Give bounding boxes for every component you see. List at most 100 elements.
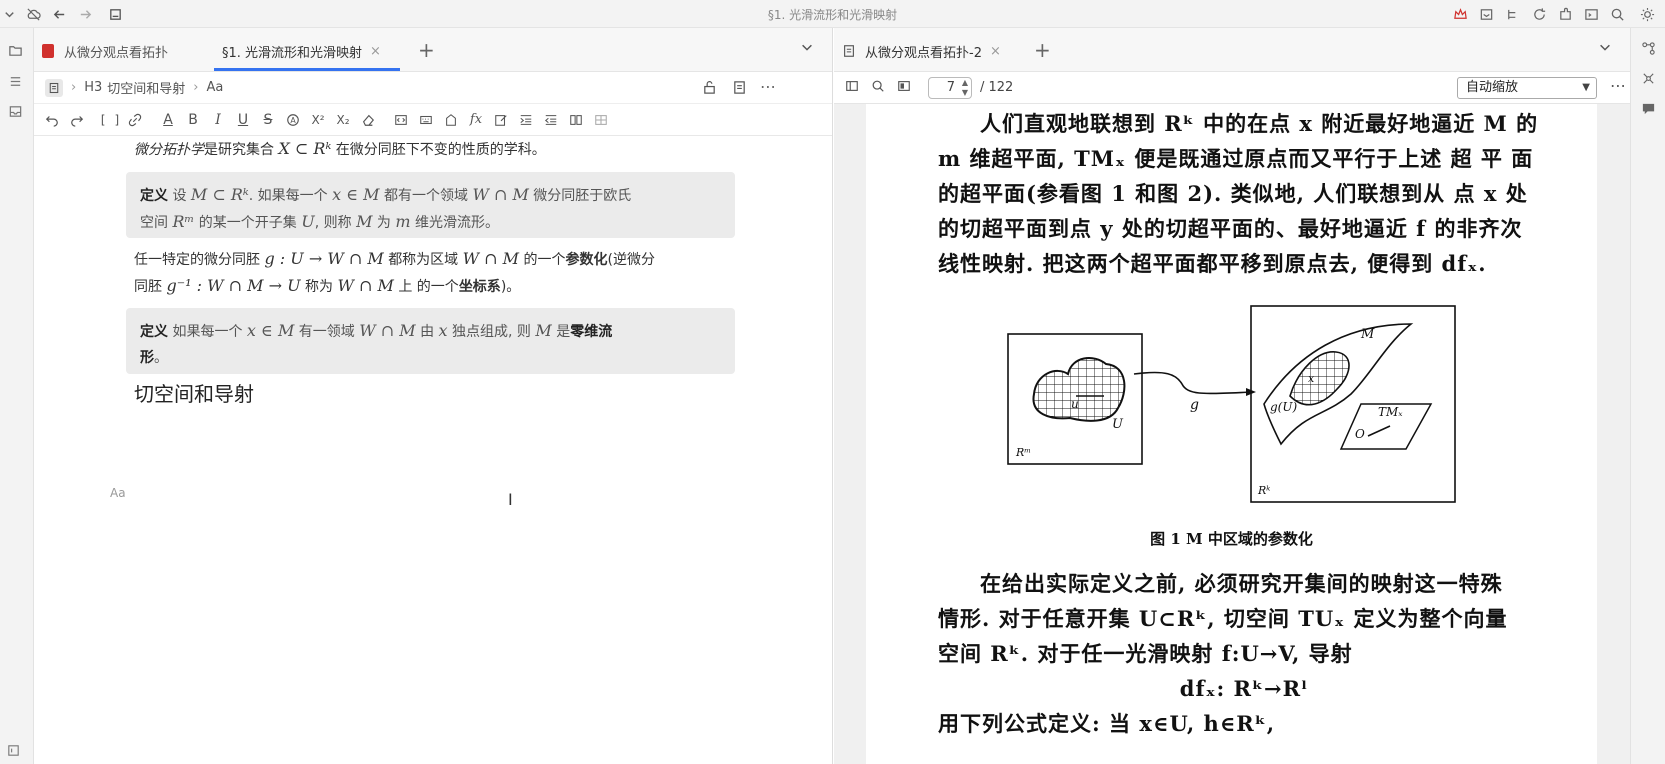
new-tab-button[interactable]: + — [418, 38, 435, 62]
chevron-down-icon[interactable] — [800, 40, 814, 58]
tangent-vector — [1367, 425, 1391, 437]
inline-code-icon[interactable] — [389, 108, 413, 132]
outline-tree-icon[interactable] — [1503, 5, 1521, 23]
font-color-icon[interactable]: A — [156, 108, 180, 132]
breadcrumb-separator: › — [193, 80, 199, 95]
sync-icon[interactable] — [1530, 5, 1548, 23]
arrow-label-g: g — [1190, 397, 1199, 413]
pdf-tab-bar: 从微分观点看拓扑-2 × + — [834, 28, 1630, 72]
right-label-M: M — [1360, 327, 1375, 342]
definition-callout-2: 定义 如果每一个 x ∈ M 有一领域 W ∩ M 由 x 独点组成, 则 M … — [126, 308, 735, 374]
link-icon[interactable] — [123, 108, 147, 132]
pdf-paragraph-2: 在给出实际定义之前, 必须研究开集间的映射这一特殊 情形. 对于任意开集 U⊂R… — [938, 571, 1508, 736]
editor-content[interactable]: 微分拓扑学是研究集合 X ⊂ Rᵏ 在微分同胚下不变的性质的学科。 定义 设 M… — [34, 136, 832, 764]
chevron-down-icon[interactable] — [1598, 40, 1612, 58]
clear-format-icon[interactable] — [356, 108, 380, 132]
page-layout-icon[interactable] — [897, 79, 911, 97]
zoom-select[interactable]: 自动缩放 ▼ — [1457, 77, 1597, 99]
unlock-icon[interactable] — [702, 80, 717, 99]
read-mode-icon[interactable] — [732, 80, 747, 99]
undo-icon[interactable] — [40, 108, 64, 132]
more-icon[interactable]: ⋯ — [760, 77, 776, 96]
editor-tab-bar: 从微分观点看拓扑 §1. 光滑流形和光滑映射 × + — [34, 28, 832, 72]
left-label-u: u — [1071, 397, 1079, 411]
strikethrough-button[interactable]: S — [256, 108, 280, 132]
bold-button[interactable]: B — [181, 108, 205, 132]
outline-icon[interactable] — [5, 71, 25, 91]
block-ref-button[interactable]: [ ] — [98, 108, 122, 132]
pdf-toolbar: 7 ▲ ▼ / 122 自动缩放 ▼ ⋯ — [834, 72, 1630, 104]
close-tab-icon[interactable]: × — [370, 44, 381, 59]
outdent-icon[interactable] — [539, 108, 563, 132]
mark-icon[interactable]: A — [281, 108, 305, 132]
section-heading[interactable]: 切空间和导射 — [134, 378, 254, 407]
breadcrumb-leaf[interactable]: Aa — [206, 80, 223, 95]
left-label-U: U — [1112, 417, 1124, 432]
editor-pane: 从微分观点看拓扑 §1. 光滑流形和光滑映射 × + › H3 切空间和导射 ›… — [34, 28, 833, 764]
pdf-page: 人们直观地联想到 Rᵏ 中的在点 x 附近最好地逼近 M 的 m 维超平面, T… — [866, 104, 1597, 764]
intro-paragraph: 微分拓扑学是研究集合 X ⊂ Rᵏ 在微分同胚下不变的性质的学科。 — [134, 139, 546, 158]
relation-graph-icon[interactable] — [1638, 68, 1658, 88]
inbox-tray-icon[interactable] — [5, 101, 25, 121]
tab-smooth-manifold[interactable]: §1. 光滑流形和光滑映射 × — [222, 36, 381, 66]
terminal-icon[interactable] — [1582, 5, 1600, 23]
sun-theme-icon[interactable] — [1638, 5, 1656, 23]
block-type-hint[interactable]: Aa — [110, 486, 126, 500]
underline-button[interactable]: U — [231, 108, 255, 132]
sidebar-toggle-icon[interactable] — [845, 79, 859, 97]
formula-button[interactable]: fx — [464, 108, 488, 132]
figure-parameterization: u U Rᵐ g M x g(U) TMₓ O Rᵏ — [1007, 305, 1456, 503]
more-icon[interactable]: ⋯ — [1610, 76, 1626, 95]
svg-text:A: A — [290, 116, 296, 125]
table-icon[interactable] — [589, 108, 613, 132]
inbox-icon[interactable] — [1477, 5, 1495, 23]
left-dock — [0, 28, 34, 764]
title-bar: §1. 光滑流形和光滑映射 — [0, 0, 1665, 28]
plugin-icon[interactable] — [1556, 5, 1574, 23]
window-title: §1. 光滑流形和光滑映射 — [767, 8, 898, 22]
breadcrumb-heading-tag: H3 — [84, 80, 103, 95]
superscript-button[interactable]: X² — [306, 108, 330, 132]
comment-icon[interactable] — [1638, 98, 1658, 118]
indent-icon[interactable] — [514, 108, 538, 132]
page-number-input[interactable]: 7 ▲ ▼ — [928, 76, 972, 99]
close-tab-icon[interactable]: × — [990, 44, 1001, 59]
book-icon — [42, 44, 54, 58]
page-total: / 122 — [980, 80, 1014, 95]
format-toolbar: [ ] A B I U S A X² X₂ fx — [34, 104, 832, 136]
right-space-label: Rᵏ — [1257, 484, 1270, 497]
figure-caption: 图 1 M 中区域的参数化 — [1150, 530, 1313, 548]
redo-icon[interactable] — [65, 108, 89, 132]
pdf-paragraph-1: 人们直观地联想到 Rᵏ 中的在点 x 附近最好地逼近 M 的 m 维超平面, T… — [938, 111, 1539, 276]
manifold-region — [1289, 351, 1350, 406]
right-label-O: O — [1355, 427, 1365, 441]
right-label-gU: g(U) — [1270, 400, 1297, 414]
tag-icon[interactable] — [439, 108, 463, 132]
map-arrow — [1133, 371, 1253, 395]
right-dock — [1630, 28, 1665, 764]
edit-box-icon[interactable] — [489, 108, 513, 132]
pdf-file-icon — [844, 45, 854, 57]
tab-pdf[interactable]: 从微分观点看拓扑-2 × — [842, 36, 1001, 66]
search-icon[interactable] — [1608, 5, 1626, 23]
breadcrumb-separator: › — [71, 80, 77, 95]
pdf-pane: 从微分观点看拓扑-2 × + 7 ▲ ▼ / 122 自动缩放 ▼ ⋯ 人们直观地 — [834, 28, 1630, 764]
active-tab-indicator — [214, 68, 400, 71]
caret-down-icon: ▼ — [1582, 82, 1590, 93]
page-stepper-icon[interactable]: ▲ ▼ — [962, 78, 968, 98]
italic-button[interactable]: I — [206, 108, 230, 132]
crown-icon[interactable] — [1451, 5, 1469, 23]
graph-icon[interactable] — [1638, 38, 1658, 58]
keyboard-icon[interactable] — [414, 108, 438, 132]
definition-callout-1: 定义 设 M ⊂ Rᵏ. 如果每一个 x ∈ M 都有一个领域 W ∩ M 微分… — [126, 172, 735, 238]
new-tab-button[interactable]: + — [1034, 38, 1051, 62]
file-tree-icon[interactable] — [5, 40, 25, 60]
dock-settings-icon[interactable] — [3, 740, 23, 760]
split-view-icon[interactable] — [564, 108, 588, 132]
breadcrumb: › H3 切空间和导射 › Aa ⋯ — [34, 72, 832, 104]
breadcrumb-heading[interactable]: 切空间和导射 — [107, 78, 185, 97]
document-icon[interactable] — [45, 78, 63, 97]
subscript-button[interactable]: X₂ — [331, 108, 355, 132]
search-icon[interactable] — [871, 79, 885, 97]
tab-book[interactable]: 从微分观点看拓扑 — [42, 36, 168, 66]
